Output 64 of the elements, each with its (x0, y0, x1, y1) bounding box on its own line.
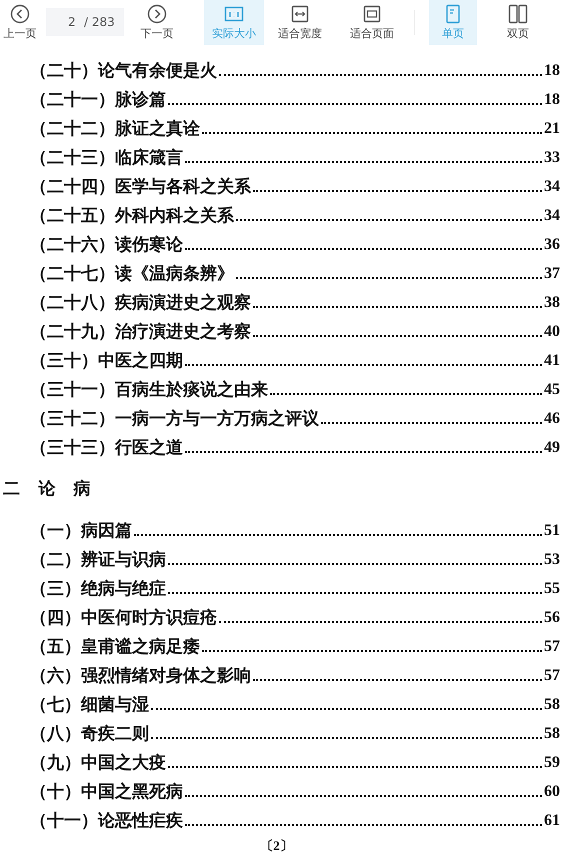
entry-title: （二十八）疾病演进史之观察 (30, 292, 251, 314)
width-arrows-icon (290, 4, 310, 24)
page-number: 34 (544, 177, 560, 197)
fit-page-button[interactable]: 适合页面 (336, 0, 408, 45)
fit-width-button[interactable]: 适合宽度 (264, 0, 336, 45)
entry-title: （二十九）治疗演进史之考察 (30, 321, 251, 343)
entry-title: （二十七）读《温病条辨》 (30, 263, 234, 285)
entry-title: （三十二）一病一方与一方万病之评议 (30, 408, 319, 430)
page-number: 57 (544, 666, 560, 686)
entry-title: （十一）论恶性疟疾 (30, 810, 183, 832)
entry-title: （二十五）外科内科之关系 (30, 205, 234, 227)
entry-title: （四）中医何时方识痘疮 (30, 607, 217, 629)
entry-title: （八）奇疾二则 (30, 723, 149, 745)
entry-title: （二十）论气有余便是火 (30, 60, 217, 82)
entry-title: （一）病因篇 (30, 520, 132, 542)
page-number: 59 (544, 753, 560, 773)
double-page-button[interactable]: 双页 (491, 0, 545, 45)
page-number: 33 (544, 148, 560, 168)
page-number: 61 (544, 811, 560, 831)
entry-title: （三）绝病与绝症 (30, 578, 166, 600)
page-number: 40 (544, 322, 560, 342)
page-number: 56 (544, 608, 560, 628)
circle-left-icon (10, 4, 30, 24)
circle-right-icon (147, 4, 167, 24)
page-number: 53 (544, 550, 560, 570)
page-number: 57 (544, 637, 560, 657)
page-number: 41 (544, 351, 560, 371)
page-number: 46 (544, 409, 560, 429)
page-number: 18 (544, 90, 560, 110)
page-number: 60 (544, 782, 560, 802)
page-number: 49 (544, 438, 560, 458)
ratio-box-icon (224, 4, 244, 24)
entry-title: （二）辨证与识病 (30, 549, 166, 571)
page-number: 38 (544, 293, 560, 313)
entry-title: （七）细菌与湿 (30, 694, 149, 716)
page-number: 55 (544, 579, 560, 599)
double-page-icon (508, 4, 528, 24)
page-number: 45 (544, 380, 560, 400)
page-count: / 283 (84, 14, 115, 30)
page-number: 36 (544, 235, 560, 255)
page-footer: 〔2〕 (260, 838, 333, 854)
page-number: 21 (544, 119, 560, 139)
page-frame-icon (362, 4, 382, 24)
entry-title: （六）强烈情绪对身体之影响 (30, 665, 251, 687)
page-number: 34 (544, 206, 560, 226)
previous-page-button[interactable]: 上一页 (0, 0, 40, 45)
entry-title: （二十三）临床箴言 (30, 147, 183, 169)
entry-title: （十）中国之黑死病 (30, 781, 183, 803)
entry-title: （三十）中医之四期 (30, 350, 183, 372)
page-number: 37 (544, 264, 560, 284)
page-number: 18 (544, 61, 560, 81)
next-page-button[interactable]: 下一页 (132, 0, 182, 45)
section-heading: 二 论 病 (3, 478, 90, 500)
entry-title: （五）皇甫谧之病足痿 (30, 636, 200, 658)
entry-title: （三十一）百病生於痰说之由来 (30, 379, 268, 401)
entry-title: （二十一）脉诊篇 (30, 89, 166, 111)
page-number: 51 (544, 521, 560, 541)
entry-title: （九）中国之大疫 (30, 752, 166, 774)
page-number: 58 (544, 695, 560, 715)
page-number: 58 (544, 724, 560, 744)
entry-title: （二十二）脉证之真诠 (30, 118, 200, 140)
entry-title: （三十三）行医之道 (30, 437, 183, 459)
entry-title: （二十六）读伤寒论 (30, 234, 183, 256)
entry-title: （二十四）医学与各科之关系 (30, 176, 251, 198)
